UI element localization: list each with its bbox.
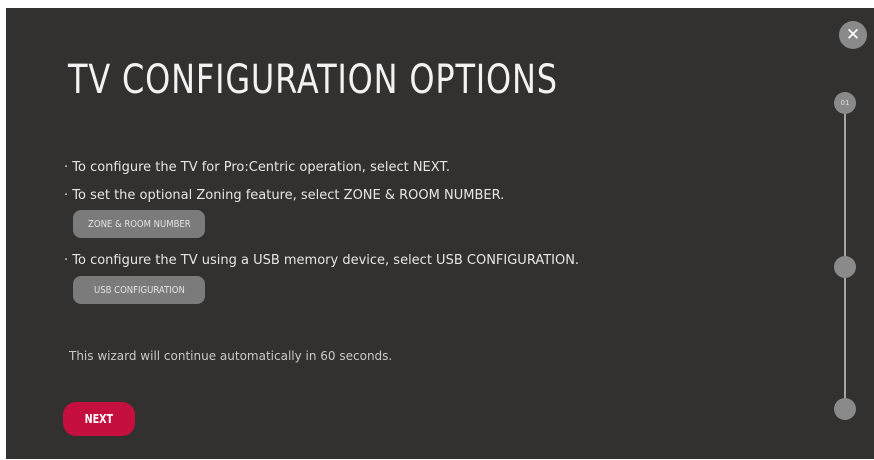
usb-configuration-label: USB CONFIGURATION bbox=[93, 284, 185, 296]
instruction-usb: · To configure the TV using a USB memory… bbox=[64, 253, 580, 268]
configuration-screen: TV CONFIGURATION OPTIONS · To configure … bbox=[6, 8, 874, 459]
close-icon[interactable]: ✕ bbox=[839, 21, 867, 49]
progress-step-2 bbox=[834, 256, 856, 278]
progress-step-1: 01 bbox=[834, 92, 856, 114]
instruction-zoning: · To set the optional Zoning feature, se… bbox=[64, 188, 505, 203]
wizard-countdown-text: This wizard will continue automatically … bbox=[69, 349, 393, 363]
instruction-procentric: · To configure the TV for Pro:Centric op… bbox=[64, 160, 450, 175]
next-button[interactable]: NEXT bbox=[63, 402, 135, 436]
page-title: TV CONFIGURATION OPTIONS bbox=[68, 57, 558, 103]
progress-step-3 bbox=[834, 398, 856, 420]
zone-room-number-button[interactable]: ZONE & ROOM NUMBER bbox=[73, 210, 205, 238]
zone-room-number-label: ZONE & ROOM NUMBER bbox=[87, 218, 191, 230]
usb-configuration-button[interactable]: USB CONFIGURATION bbox=[73, 276, 205, 304]
next-button-label: NEXT bbox=[84, 412, 114, 426]
